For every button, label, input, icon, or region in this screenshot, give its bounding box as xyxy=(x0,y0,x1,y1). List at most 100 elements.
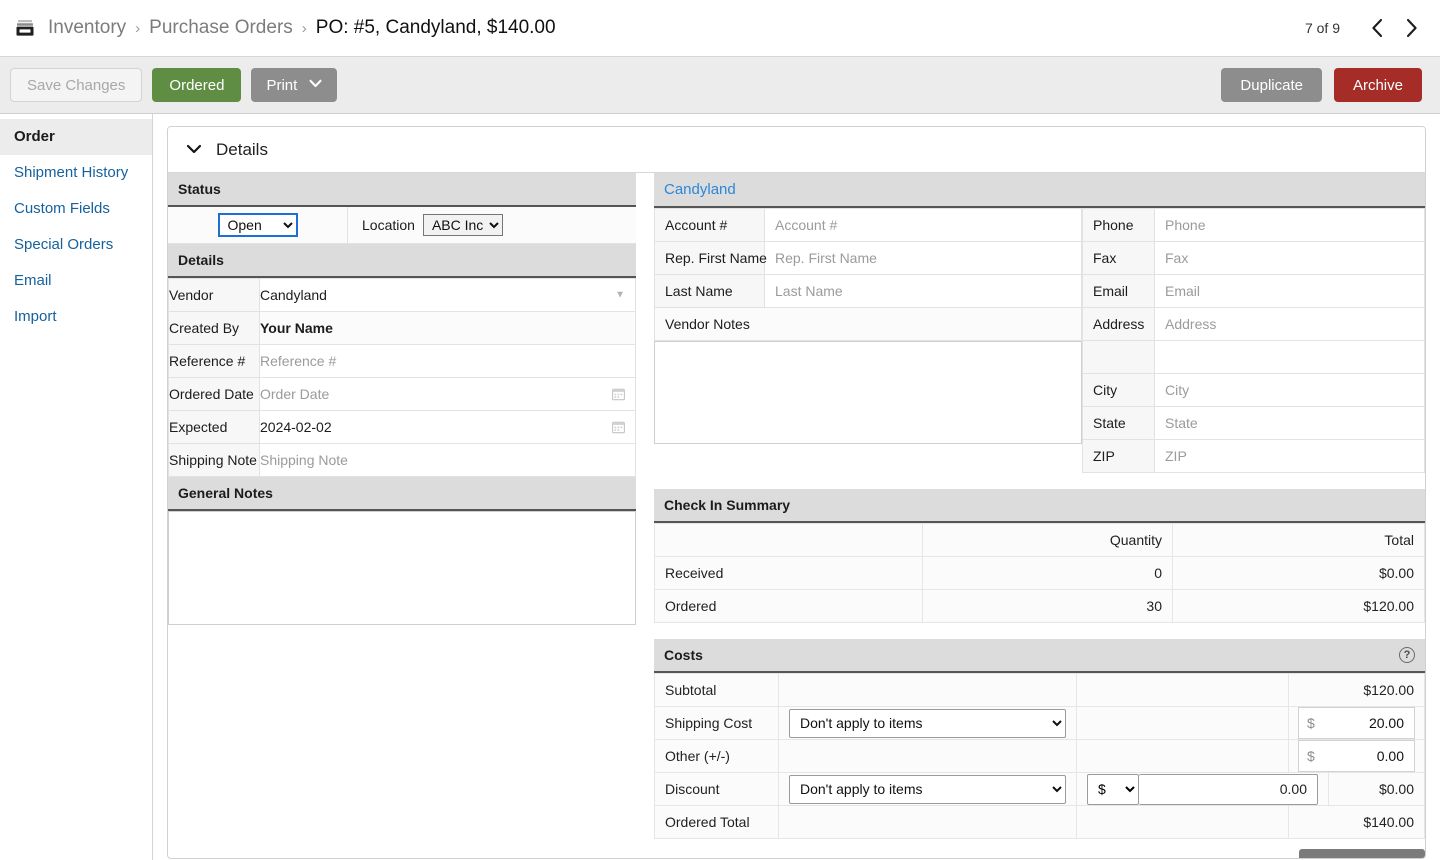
table-row: Reference # Reference # xyxy=(168,344,636,378)
details-field-table: Vendor Candyland ▼ Created By Your Name xyxy=(168,278,636,477)
status-select-cell: Open xyxy=(168,207,348,243)
reference-field[interactable]: Reference # xyxy=(259,344,636,378)
costs-other-amount-cell: $ 0.00 xyxy=(1288,739,1425,773)
table-row: Vendor Notes xyxy=(654,307,1082,341)
fax-placeholder: Fax xyxy=(1165,250,1189,266)
costs-subtotal-blank1 xyxy=(778,673,1077,707)
costs-subtotal-blank2 xyxy=(1076,673,1289,707)
costs-other-blank1 xyxy=(778,739,1077,773)
apply-changes-button[interactable]: Apply changes xyxy=(1298,849,1425,858)
address-line2-label xyxy=(1082,340,1155,374)
rep-first-name-field[interactable]: Rep. First Name xyxy=(764,241,1082,275)
fax-field[interactable]: Fax xyxy=(1154,241,1425,275)
last-name-field[interactable]: Last Name xyxy=(764,274,1082,308)
vendor-label: Vendor xyxy=(168,278,260,312)
chevron-left-icon[interactable] xyxy=(1364,15,1390,41)
account-number-field[interactable]: Account # xyxy=(764,208,1082,242)
vendor-left-table: Account # Account # Rep. First Name Rep.… xyxy=(654,208,1082,341)
shipping-amount-value: 20.00 xyxy=(1368,715,1404,731)
right-column: Candyland Account # Account # Rep. First… xyxy=(654,173,1425,858)
table-row: Phone Phone xyxy=(1082,208,1425,242)
breadcrumb-item-inventory[interactable]: Inventory xyxy=(48,17,126,39)
created-by-label: Created By xyxy=(168,311,260,345)
shipping-amount-input[interactable]: $ 20.00 xyxy=(1298,707,1415,739)
costs-section-header: Costs ? xyxy=(654,639,1425,673)
email-label: Email xyxy=(1082,274,1155,308)
phone-field[interactable]: Phone xyxy=(1154,208,1425,242)
table-row: Discount Don't apply to items $ 0.00 $0.… xyxy=(654,772,1425,806)
vendor-notes-textarea[interactable] xyxy=(654,341,1082,444)
check-in-summary-table: Quantity Total Received 0 $0.00 Ordered … xyxy=(654,523,1425,623)
breadcrumb-item-purchase-orders[interactable]: Purchase Orders xyxy=(149,17,293,39)
sidebar-item-shipment-history[interactable]: Shipment History xyxy=(0,155,152,191)
address-line2-field[interactable] xyxy=(1154,340,1425,374)
calendar-icon[interactable] xyxy=(612,421,625,434)
sidebar-item-email[interactable]: Email xyxy=(0,263,152,299)
shipping-note-field[interactable]: Shipping Note xyxy=(259,443,636,477)
sidebar-item-order[interactable]: Order xyxy=(0,119,152,155)
state-field[interactable]: State xyxy=(1154,406,1425,440)
help-circle-icon[interactable]: ? xyxy=(1399,647,1415,663)
table-row: Last Name Last Name xyxy=(654,274,1082,308)
general-notes-textarea[interactable] xyxy=(168,511,636,625)
sidebar-item-import[interactable]: Import xyxy=(0,299,152,335)
fax-label: Fax xyxy=(1082,241,1155,275)
ordered-date-field[interactable]: Order Date xyxy=(259,377,636,411)
last-name-label: Last Name xyxy=(654,274,765,308)
action-toolbar: Save Changes Ordered Print Duplicate Arc… xyxy=(0,57,1440,114)
costs-shipping-amount-cell: $ 20.00 xyxy=(1288,706,1425,740)
table-header-row: Quantity Total xyxy=(654,523,1425,557)
address-label: Address xyxy=(1082,307,1155,341)
chevron-down-icon xyxy=(186,142,202,157)
costs-subtotal-total: $120.00 xyxy=(1288,673,1425,707)
other-amount-input[interactable]: $ 0.00 xyxy=(1298,740,1415,772)
expected-value: 2024-02-02 xyxy=(260,419,332,435)
summary-row-received-label: Received xyxy=(654,556,923,590)
table-row: Vendor Candyland ▼ xyxy=(168,278,636,312)
ordered-status-button[interactable]: Ordered xyxy=(152,68,242,102)
location-select[interactable]: ABC Inc xyxy=(422,214,503,236)
address-placeholder: Address xyxy=(1165,316,1217,332)
table-row: Rep. First Name Rep. First Name xyxy=(654,241,1082,275)
zip-placeholder: ZIP xyxy=(1165,448,1187,464)
expected-field[interactable]: 2024-02-02 xyxy=(259,410,636,444)
print-button[interactable]: Print xyxy=(251,68,338,102)
shipping-note-label: Shipping Note xyxy=(168,443,260,477)
reference-placeholder: Reference # xyxy=(260,353,337,369)
costs-subtotal-label: Subtotal xyxy=(654,673,779,707)
vendor-field[interactable]: Candyland ▼ xyxy=(259,278,636,312)
vendor-name-link[interactable]: Candyland xyxy=(664,181,736,198)
archive-button[interactable]: Archive xyxy=(1333,68,1422,102)
summary-col-blank xyxy=(654,523,923,557)
zip-field[interactable]: ZIP xyxy=(1154,439,1425,473)
status-select[interactable]: Open xyxy=(217,213,298,237)
sidebar: Order Shipment History Custom Fields Spe… xyxy=(0,114,153,860)
costs-title: Costs xyxy=(664,647,703,663)
summary-row-ordered-label: Ordered xyxy=(654,589,923,623)
chevron-right-icon[interactable] xyxy=(1398,15,1424,41)
costs-discount-label: Discount xyxy=(654,772,779,806)
duplicate-button[interactable]: Duplicate xyxy=(1221,68,1322,102)
sidebar-item-custom-fields[interactable]: Custom Fields xyxy=(0,191,152,227)
sidebar-item-special-orders[interactable]: Special Orders xyxy=(0,227,152,263)
vendor-section-header[interactable]: Candyland xyxy=(654,173,1425,208)
save-changes-button[interactable]: Save Changes xyxy=(10,68,143,102)
table-row: Other (+/-) $ 0.00 xyxy=(654,739,1425,773)
discount-apply-select[interactable]: Don't apply to items xyxy=(789,774,1066,804)
discount-unit-select[interactable]: $ xyxy=(1087,773,1139,805)
address-field[interactable]: Address xyxy=(1154,307,1425,341)
table-row: Ordered Date Order Date xyxy=(168,377,636,411)
print-button-label: Print xyxy=(266,76,298,94)
table-row: Ordered Total $140.00 xyxy=(654,805,1425,839)
details-panel-header[interactable]: Details xyxy=(168,127,1425,173)
city-field[interactable]: City xyxy=(1154,373,1425,407)
shipping-note-placeholder: Shipping Note xyxy=(260,452,348,468)
discount-amount-input[interactable]: 0.00 xyxy=(1139,773,1318,805)
email-field[interactable]: Email xyxy=(1154,274,1425,308)
calendar-icon[interactable] xyxy=(612,388,625,401)
state-placeholder: State xyxy=(1165,415,1198,431)
costs-ordered-total-blank1 xyxy=(778,805,1077,839)
shipping-apply-select[interactable]: Don't apply to items xyxy=(789,708,1066,738)
table-row: State State xyxy=(1082,406,1425,440)
